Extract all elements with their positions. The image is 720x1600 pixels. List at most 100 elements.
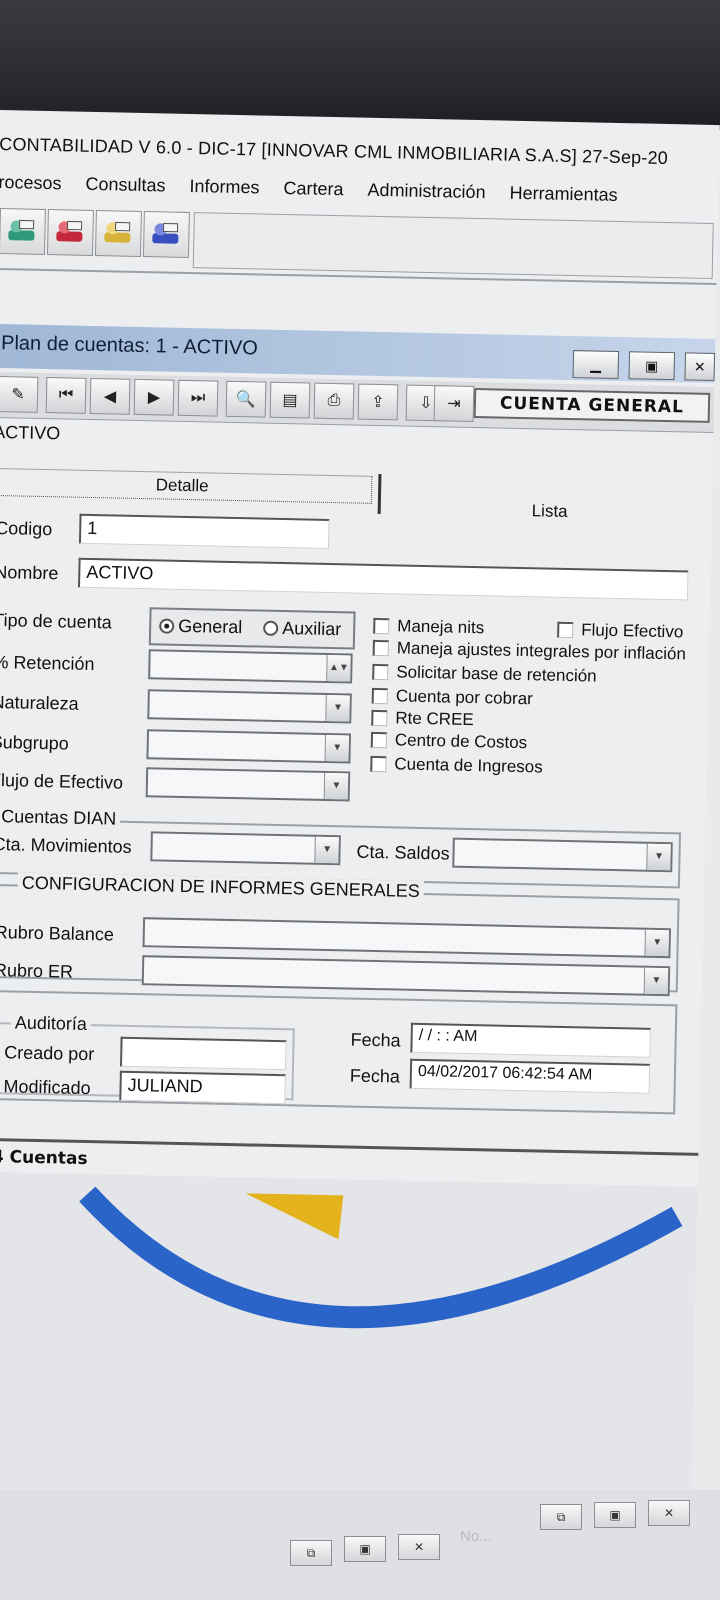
record-toolbar: ✎ ⏮ ◀ ▶ ⏭ 🔍 ▤ ⎙ ⇪ ⇩ ⇥ CUENTA GENERAL <box>0 371 715 434</box>
tab-lista[interactable]: Lista <box>532 501 568 522</box>
taskbar-close-icon-2[interactable]: ✕ <box>648 1500 690 1526</box>
check-centro-costos[interactable]: Centro de Costos <box>370 730 528 753</box>
chevron-down-icon[interactable]: ▼ <box>325 694 350 722</box>
tipo-cuenta-group: General Auxiliar <box>148 607 356 650</box>
radio-auxiliar[interactable]: Auxiliar <box>263 618 341 641</box>
radio-general-dot <box>159 618 175 634</box>
auditoria-legend: Auditoría <box>10 1012 92 1036</box>
modificado-field[interactable]: JULIAND <box>119 1070 286 1105</box>
cta-movimientos-label: Cta. Movimientos <box>0 834 132 857</box>
check-base-retencion-label: Solicitar base de retención <box>396 662 597 686</box>
creado-por-label: Creado por <box>4 1042 95 1065</box>
exit-door-icon[interactable]: ⇥ <box>433 385 475 422</box>
chevron-down-icon[interactable]: ▼ <box>646 843 671 871</box>
menu-administracion[interactable]: Administración <box>355 177 498 212</box>
tab-detalle[interactable]: Detalle <box>0 467 373 504</box>
check-rte-cree[interactable]: Rte CREE <box>371 708 474 730</box>
taskbar: ⧉ ▣ ✕ No... ⧉ ▣ ✕ <box>0 1490 720 1600</box>
codigo-field[interactable]: 1 <box>78 513 330 549</box>
checkbox[interactable] <box>371 687 388 705</box>
check-rte-cree-label: Rte CREE <box>395 708 474 730</box>
subgrupo-select[interactable]: ▼ <box>146 729 352 764</box>
rubro-balance-label: Rubro Balance <box>0 922 115 945</box>
checkbox[interactable] <box>372 639 389 657</box>
menu-cartera[interactable]: Cartera <box>271 176 356 210</box>
taskbar-maximize-icon-2[interactable]: ▣ <box>594 1502 636 1528</box>
codigo-label: Codigo <box>0 517 53 540</box>
subgrupo-label: Subgrupo <box>0 731 70 754</box>
check-cuenta-cobrar[interactable]: Cuenta por cobrar <box>371 686 533 709</box>
cta-movimientos-select[interactable]: ▼ <box>150 831 341 866</box>
wallpaper-logo <box>79 1186 683 1329</box>
cta-saldos-label: Cta. Saldos <box>356 841 450 864</box>
menu-herramientas[interactable]: Herramientas <box>497 180 630 215</box>
naturaleza-label: Naturaleza <box>0 691 79 714</box>
naturaleza-select[interactable]: ▼ <box>147 689 352 724</box>
checkbox[interactable] <box>371 709 388 727</box>
edit-icon[interactable]: ✎ <box>0 376 39 413</box>
nombre-field[interactable]: ACTIVO <box>78 557 689 601</box>
first-record-icon[interactable]: ⏮ <box>45 377 87 414</box>
creado-por-field[interactable] <box>119 1036 287 1071</box>
check-centro-costos-label: Centro de Costos <box>394 730 528 753</box>
desktop-background <box>0 1171 698 1517</box>
tab-separator <box>377 474 382 515</box>
checkbox[interactable] <box>557 621 574 639</box>
retencion-label: % Retención <box>0 651 95 675</box>
minimize-icon[interactable]: ▁ <box>572 350 620 380</box>
previous-record-icon[interactable]: ◀ <box>89 377 131 415</box>
delete-icon[interactable]: ▤ <box>269 381 311 419</box>
radio-general[interactable]: General <box>159 615 242 638</box>
checkbox[interactable] <box>372 663 389 681</box>
check-flujo-efectivo-label: Flujo Efectivo <box>581 620 684 642</box>
monitor-bezel <box>0 0 720 130</box>
export-icon[interactable]: ⇪ <box>357 383 399 421</box>
module-red-icon[interactable] <box>46 209 94 256</box>
account-type-badge: CUENTA GENERAL <box>473 387 711 423</box>
taskbar-close-icon[interactable]: ✕ <box>398 1534 440 1560</box>
fecha-modificado-field[interactable]: 04/02/2017 06:42:54 AM <box>409 1058 651 1094</box>
retencion-spinner[interactable]: ▲▼ <box>148 649 353 684</box>
module-yellow-icon[interactable] <box>94 210 142 257</box>
print-icon[interactable]: ⎙ <box>313 382 355 420</box>
menu-consultas[interactable]: Consultas <box>73 172 178 206</box>
check-cuenta-ingresos-label: Cuenta de Ingresos <box>394 754 543 777</box>
chevron-down-icon[interactable]: ▼ <box>323 772 349 800</box>
chevron-down-icon[interactable]: ▼ <box>644 929 669 957</box>
module-blue-icon[interactable] <box>142 211 190 258</box>
next-record-icon[interactable]: ▶ <box>133 378 175 416</box>
checkbox[interactable] <box>370 755 387 773</box>
check-cuenta-ingresos[interactable]: Cuenta de Ingresos <box>370 754 543 778</box>
nombre-label: Nombre <box>0 561 59 584</box>
checkbox[interactable] <box>373 617 390 635</box>
maximize-icon[interactable]: ▣ <box>628 351 676 381</box>
chevron-down-icon[interactable]: ▼ <box>314 836 339 864</box>
check-ajustes[interactable]: Maneja ajustes integrales por inflación <box>372 638 686 665</box>
modificado-label: Modificado <box>3 1076 91 1099</box>
taskbar-restore-icon-2[interactable]: ⧉ <box>540 1504 582 1530</box>
cta-saldos-select[interactable]: ▼ <box>452 837 673 873</box>
check-flujo-efectivo[interactable]: Flujo Efectivo <box>557 620 683 643</box>
menu-procesos[interactable]: rocesos <box>0 170 74 204</box>
module-green-icon[interactable] <box>0 208 46 255</box>
radio-auxiliar-label: Auxiliar <box>282 618 342 640</box>
taskbar-maximize-icon[interactable]: ▣ <box>344 1536 386 1562</box>
taskbar-restore-icon[interactable]: ⧉ <box>290 1540 332 1566</box>
close-icon[interactable]: ✕ <box>684 352 716 382</box>
menu-informes[interactable]: Informes <box>177 174 272 208</box>
chevron-down-icon[interactable]: ▼ <box>324 734 349 762</box>
check-maneja-nits[interactable]: Maneja nits <box>373 616 484 638</box>
flujo-efectivo-select[interactable]: ▼ <box>145 767 351 802</box>
fecha-creado-field[interactable]: / / : : AM <box>410 1022 651 1058</box>
window-controls: ▁ ▣ ✕ <box>572 350 716 382</box>
checkbox[interactable] <box>370 731 388 749</box>
chevron-down-icon[interactable]: ▼ <box>643 967 669 995</box>
check-maneja-nits-label: Maneja nits <box>397 616 485 638</box>
spinner-arrows-icon[interactable]: ▲▼ <box>326 654 351 682</box>
check-base-retencion[interactable]: Solicitar base de retención <box>372 662 597 687</box>
toolbar-empty-area <box>192 212 714 279</box>
rubro-er-label: Rubro ER <box>0 960 74 982</box>
taskbar-item[interactable]: No... <box>460 1528 492 1545</box>
search-icon[interactable]: 🔍 <box>225 380 267 418</box>
last-record-icon[interactable]: ⏭ <box>177 379 219 417</box>
